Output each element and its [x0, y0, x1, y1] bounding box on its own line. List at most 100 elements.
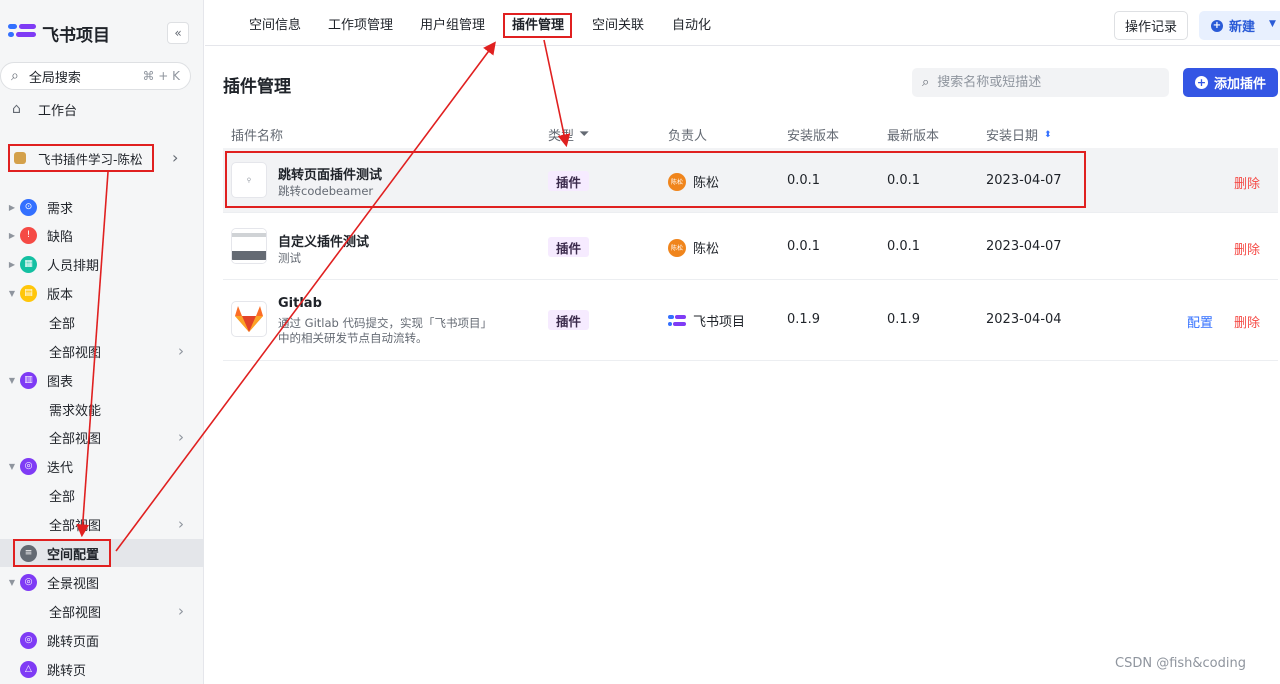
watermark: CSDN @fish&coding — [1115, 656, 1246, 671]
sidebar-item[interactable]: 全部视图 › — [0, 337, 204, 365]
plus-icon: + — [1194, 76, 1208, 89]
sidebar-item[interactable]: ▶ ▦ 人员排期 — [0, 250, 204, 278]
installed-version: 0.1.9 — [787, 312, 821, 327]
new-button[interactable]: + 新建 ▼ — [1199, 11, 1280, 40]
table-row[interactable]: Gitlab 通过 Gitlab 代码提交，实现「飞书项目」中的相关研发节点自动… — [223, 280, 1278, 361]
caret-right-icon[interactable]: ▶ — [0, 231, 20, 240]
sidebar-item[interactable]: ▼ ◎ 全景视图 — [0, 568, 204, 596]
caret-down-icon[interactable]: ▼ — [0, 376, 20, 385]
column-header-installed: 安装版本 — [787, 129, 840, 144]
filter-icon[interactable]: ⏷ — [579, 127, 589, 142]
plus-icon: + — [1211, 19, 1223, 32]
highlight-box-space-config — [13, 539, 111, 567]
sidebar-item[interactable]: ▼ ◎ 迭代 — [0, 452, 204, 480]
plugin-search-field[interactable]: ⌕ — [912, 68, 1169, 97]
sidebar-item-label: 版本 — [47, 287, 74, 303]
brand-title: 飞书项目 — [42, 25, 110, 46]
plugin-name[interactable]: 自定义插件测试 — [278, 231, 369, 250]
sort-icon[interactable]: ⬍ — [1044, 130, 1052, 140]
module-icon: △ — [20, 660, 37, 678]
caret-down-icon[interactable]: ▼ — [0, 578, 20, 587]
sidebar-item-label: 跳转页 — [47, 663, 87, 679]
chevron-right-icon[interactable]: › — [178, 515, 184, 533]
brand-logo-icon — [8, 22, 36, 44]
owner-name: 陈松 — [693, 242, 720, 257]
add-plugin-label: 添加插件 — [1213, 77, 1266, 92]
add-plugin-button[interactable]: + 添加插件 — [1183, 68, 1278, 97]
caret-down-icon[interactable]: ▼ — [0, 289, 20, 298]
caret-right-icon[interactable]: ▶ — [0, 260, 20, 269]
page-title: 插件管理 — [223, 77, 291, 97]
sidebar-item[interactable]: ▼ ▤ 版本 — [0, 279, 204, 307]
search-shortcut: ⌘ + K — [142, 69, 180, 83]
sidebar-item[interactable]: ▶! 缺陷 — [0, 221, 204, 249]
sidebar-item-label: 全部视图 — [49, 518, 102, 534]
sidebar-item[interactable]: △ 跳转页 — [0, 655, 204, 683]
latest-version: 0.1.9 — [887, 312, 921, 327]
configure-button[interactable]: 配置 — [1187, 312, 1213, 331]
install-date: 2023-04-04 — [986, 312, 1062, 327]
project-name: 飞书插件学习-陈松 — [38, 151, 143, 167]
tab-item[interactable]: 空间信息 — [249, 0, 301, 46]
highlight-box-row — [225, 151, 1086, 208]
owner-name: 飞书项目 — [693, 315, 746, 330]
search-icon: ⌕ — [11, 68, 19, 84]
module-icon: ◎ — [20, 457, 37, 475]
column-header-date[interactable]: 安装日期 ⬍ — [986, 125, 1052, 144]
sidebar-item[interactable]: ▼ ▥ 图表 — [0, 366, 204, 394]
delete-button[interactable]: 删除 — [1234, 312, 1260, 331]
chevron-right-icon[interactable]: › — [178, 342, 184, 360]
tab-item[interactable]: 用户组管理 — [420, 0, 485, 46]
column-header-latest: 最新版本 — [887, 129, 940, 144]
sidebar-item[interactable]: 全部 — [0, 308, 204, 336]
feishu-project-icon — [668, 314, 686, 328]
owner: 陈松 陈松 — [668, 238, 719, 257]
sidebar-item[interactable]: 全部 — [0, 481, 204, 509]
column-header-name: 插件名称 — [231, 129, 284, 144]
module-icon: ⊙ — [20, 198, 37, 216]
caret-down-icon[interactable]: ▼ — [0, 462, 20, 471]
global-search-label: 全局搜索 — [28, 70, 81, 86]
type-badge: 插件 — [548, 310, 590, 330]
sidebar-item[interactable]: 需求效能 — [0, 395, 204, 423]
project-avatar — [14, 152, 26, 164]
table-row[interactable]: 自定义插件测试 测试 插件 陈松 陈松 0.0.1 0.0.1 2023-04-… — [223, 213, 1278, 280]
sidebar-item-workbench[interactable]: ⌂ 工作台 — [0, 95, 204, 123]
workbench-label: 工作台 — [38, 103, 78, 119]
plugin-thumbnail — [231, 228, 267, 264]
module-icon: ◎ — [20, 573, 37, 591]
tab-item[interactable]: 空间关联 — [592, 0, 644, 46]
sidebar-item-label: 全景视图 — [47, 576, 100, 592]
plugin-search-input[interactable] — [937, 75, 1148, 90]
sidebar-item[interactable]: 全部视图 › — [0, 510, 204, 538]
global-search[interactable]: ⌕ 全局搜索 ⌘ + K — [0, 62, 191, 90]
delete-button[interactable]: 删除 — [1234, 173, 1260, 192]
sidebar-item[interactable]: ▶ ⊙ 需求 — [0, 193, 204, 221]
sidebar-item[interactable]: 全部视图 › — [0, 423, 204, 451]
delete-button[interactable]: 删除 — [1234, 239, 1260, 258]
sidebar-item[interactable]: 全部视图 › — [0, 597, 204, 625]
tab-item[interactable]: 自动化 — [672, 0, 711, 46]
chevron-right-icon[interactable]: › — [172, 148, 178, 167]
installed-version: 0.0.1 — [787, 239, 821, 254]
sidebar-item-label: 跳转页面 — [47, 634, 100, 650]
sidebar-item-label: 需求 — [47, 201, 74, 217]
collapse-sidebar-button[interactable]: « — [167, 22, 189, 44]
plugin-description: 通过 Gitlab 代码提交，实现「飞书项目」中的相关研发节点自动流转。 — [278, 316, 492, 345]
sidebar-item[interactable]: ◎ 跳转页面 — [0, 626, 204, 654]
sidebar: 飞书项目 « ⌕ 全局搜索 ⌘ + K ⌂ 工作台 飞书插件学习-陈松 › ▶ ⊙… — [0, 0, 204, 684]
module-icon: ▥ — [20, 371, 37, 389]
tab-item[interactable]: 工作项管理 — [328, 0, 393, 46]
column-header-type[interactable]: 类型 ⏷ — [548, 125, 589, 144]
plugin-name[interactable]: Gitlab — [278, 296, 322, 311]
caret-down-icon[interactable]: ▼ — [1269, 19, 1276, 29]
chevron-right-icon[interactable]: › — [178, 602, 184, 620]
project-switcher[interactable]: 飞书插件学习-陈松 — [8, 144, 154, 172]
operation-log-button[interactable]: 操作记录 — [1114, 11, 1188, 40]
search-icon: ⌕ — [922, 75, 930, 90]
app-root: 飞书项目 « ⌕ 全局搜索 ⌘ + K ⌂ 工作台 飞书插件学习-陈松 › ▶ ⊙… — [0, 0, 1280, 684]
chevron-right-icon[interactable]: › — [178, 428, 184, 446]
sidebar-item-label: 需求效能 — [49, 403, 102, 419]
sidebar-item-label: 全部视图 — [49, 431, 102, 447]
caret-right-icon[interactable]: ▶ — [0, 203, 20, 212]
